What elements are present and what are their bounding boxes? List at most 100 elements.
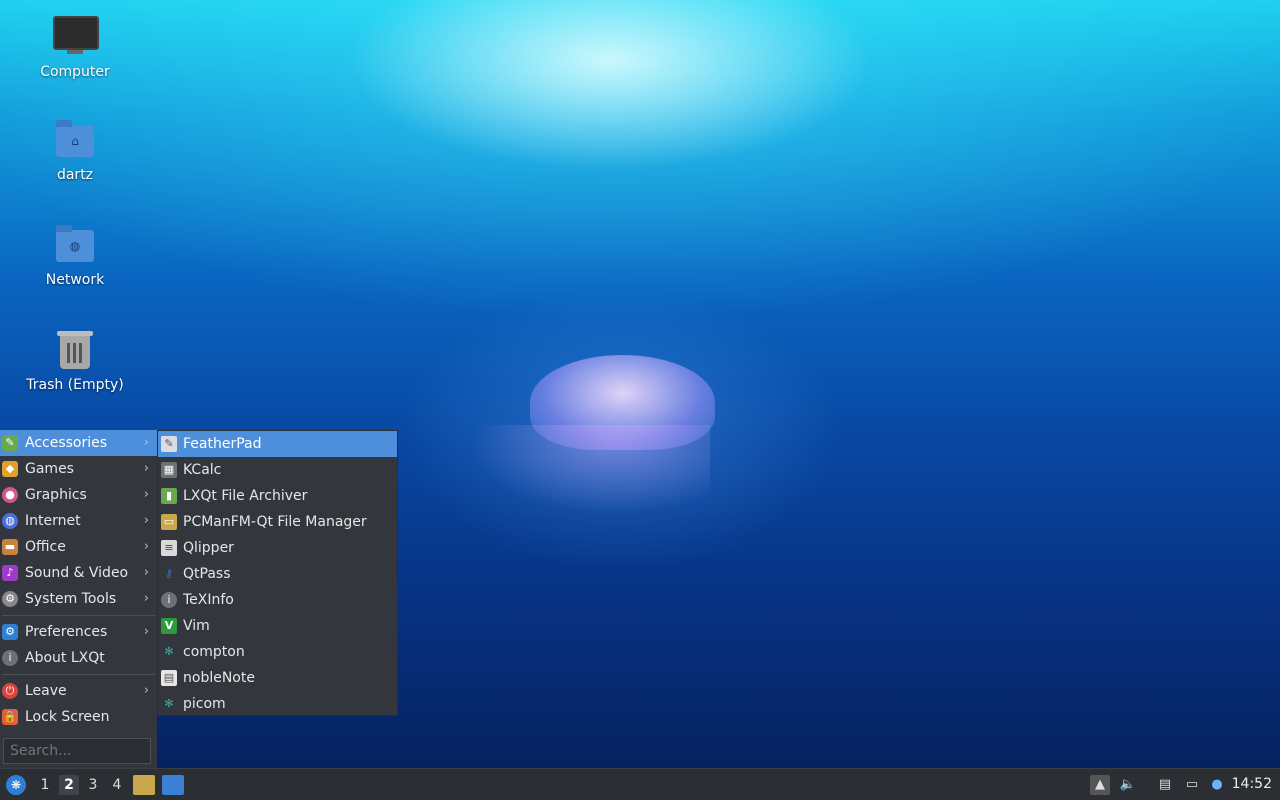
clipboard-icon: ▤ bbox=[1158, 777, 1172, 792]
start-menu-button[interactable]: ❋ bbox=[6, 775, 26, 795]
chevron-right-icon: › bbox=[143, 624, 149, 639]
show-desktop-button[interactable] bbox=[162, 775, 184, 795]
chevron-right-icon: › bbox=[143, 487, 149, 502]
file-manager-icon: ▭ bbox=[161, 514, 177, 530]
compton-icon: ✻ bbox=[164, 645, 174, 658]
chevron-right-icon: › bbox=[143, 683, 149, 698]
submenu-item-noblenote[interactable]: ▤ nobleNote bbox=[158, 665, 397, 691]
desktop-icon-trash[interactable]: Trash (Empty) bbox=[20, 329, 130, 393]
menu-item-games[interactable]: ◆ Games › bbox=[0, 456, 157, 482]
chevron-right-icon: › bbox=[143, 461, 149, 476]
lock-icon: 🔒 bbox=[2, 709, 18, 725]
submenu-item-label: compton bbox=[183, 644, 245, 660]
desktop-switch-3[interactable]: 3 bbox=[83, 775, 103, 795]
home-folder-icon: ⌂ bbox=[53, 119, 97, 163]
desktop-icon-label: dartz bbox=[56, 167, 94, 183]
chevron-right-icon: › bbox=[143, 435, 149, 450]
submenu-item-label: Qlipper bbox=[183, 540, 234, 556]
lxqt-logo-icon: ❋ bbox=[10, 778, 22, 792]
chevron-right-icon: › bbox=[143, 513, 149, 528]
submenu-item-label: LXQt File Archiver bbox=[183, 488, 308, 504]
desktop-switch-2[interactable]: 2 bbox=[59, 775, 79, 795]
file-manager-launcher[interactable] bbox=[133, 775, 155, 795]
system-tools-icon: ⚙ bbox=[2, 591, 18, 607]
graphics-icon: ● bbox=[2, 487, 18, 503]
update-notifier-button[interactable]: ● bbox=[1207, 775, 1227, 795]
menu-separator bbox=[2, 615, 155, 616]
clock[interactable]: 14:52 bbox=[1232, 769, 1272, 800]
chevron-right-icon: › bbox=[143, 565, 149, 580]
submenu-item-compton[interactable]: ✻ compton bbox=[158, 639, 397, 665]
taskbar: ❋ 1 2 3 4 ▲ 🔈 ▤ ▭ ● 14:52 bbox=[0, 768, 1280, 800]
application-menu: ✎ Accessories › ◆ Games › ● Graphics › ◍… bbox=[0, 430, 157, 768]
desktop-icon-home[interactable]: ⌂ dartz bbox=[20, 119, 130, 183]
menu-item-about[interactable]: i About LXQt bbox=[0, 645, 157, 671]
archiver-icon: ▮ bbox=[161, 488, 177, 504]
clipboard-tray-button[interactable]: ▤ bbox=[1155, 775, 1175, 795]
accessories-submenu: ✎ FeatherPad ▦ KCalc ▮ LXQt File Archive… bbox=[157, 430, 398, 716]
submenu-item-qtpass[interactable]: ⚷ QtPass bbox=[158, 561, 397, 587]
sound-video-icon: ♪ bbox=[2, 565, 18, 581]
qtpass-icon: ⚷ bbox=[164, 567, 174, 580]
menu-item-sound-video[interactable]: ♪ Sound & Video › bbox=[0, 560, 157, 586]
submenu-item-kcalc[interactable]: ▦ KCalc bbox=[158, 457, 397, 483]
power-icon: ⏻ bbox=[2, 683, 18, 699]
submenu-item-label: KCalc bbox=[183, 462, 222, 478]
games-icon: ◆ bbox=[2, 461, 18, 477]
menu-item-label: About LXQt bbox=[25, 650, 105, 666]
submenu-item-label: picom bbox=[183, 696, 226, 712]
accessories-icon: ✎ bbox=[2, 435, 18, 451]
notification-icon: ● bbox=[1211, 777, 1223, 792]
menu-item-leave[interactable]: ⏻ Leave › bbox=[0, 678, 157, 704]
vim-icon: V bbox=[161, 618, 177, 634]
menu-item-office[interactable]: ▬ Office › bbox=[0, 534, 157, 560]
menu-item-label: Games bbox=[25, 461, 74, 477]
submenu-item-label: Vim bbox=[183, 618, 210, 634]
submenu-item-picom[interactable]: ✻ picom bbox=[158, 691, 397, 717]
desktop-icon-label: Computer bbox=[40, 64, 110, 80]
volume-button[interactable]: 🔈 bbox=[1118, 775, 1138, 795]
desktop-switch-1[interactable]: 1 bbox=[35, 775, 55, 795]
submenu-item-vim[interactable]: V Vim bbox=[158, 613, 397, 639]
menu-item-accessories[interactable]: ✎ Accessories › bbox=[0, 430, 157, 456]
internet-icon: ◍ bbox=[2, 513, 18, 529]
menu-separator bbox=[2, 674, 155, 675]
submenu-item-label: TeXInfo bbox=[183, 592, 234, 608]
menu-item-system-tools[interactable]: ⚙ System Tools › bbox=[0, 586, 157, 612]
submenu-item-file-manager[interactable]: ▭ PCManFM-Qt File Manager bbox=[158, 509, 397, 535]
network-tray-button[interactable]: ▭ bbox=[1182, 775, 1202, 795]
menu-item-label: Graphics bbox=[25, 487, 87, 503]
menu-item-label: Preferences bbox=[25, 624, 108, 640]
submenu-item-texinfo[interactable]: i TeXInfo bbox=[158, 587, 397, 613]
trash-icon bbox=[53, 329, 97, 373]
clipboard-icon: ≡ bbox=[161, 540, 177, 556]
chevron-right-icon: › bbox=[143, 539, 149, 554]
submenu-item-label: FeatherPad bbox=[183, 436, 262, 452]
speaker-icon: 🔈 bbox=[1119, 777, 1137, 792]
chevron-right-icon: › bbox=[143, 591, 149, 606]
submenu-item-featherpad[interactable]: ✎ FeatherPad bbox=[158, 431, 397, 457]
picom-icon: ✻ bbox=[164, 697, 174, 710]
wallpaper-jellyfish bbox=[470, 355, 720, 525]
desktop-icon-computer[interactable]: Computer bbox=[20, 14, 130, 80]
menu-item-lock-screen[interactable]: 🔒 Lock Screen bbox=[0, 704, 157, 730]
computer-icon bbox=[53, 16, 99, 60]
info-icon: i bbox=[161, 592, 177, 608]
menu-item-graphics[interactable]: ● Graphics › bbox=[0, 482, 157, 508]
submenu-item-label: PCManFM-Qt File Manager bbox=[183, 514, 367, 530]
menu-search-input[interactable] bbox=[3, 738, 151, 764]
submenu-item-qlipper[interactable]: ≡ Qlipper bbox=[158, 535, 397, 561]
desktop-icon-network[interactable]: ◍ Network bbox=[20, 224, 130, 288]
menu-item-preferences[interactable]: ⚙ Preferences › bbox=[0, 619, 157, 645]
menu-item-label: Lock Screen bbox=[25, 709, 110, 725]
desktop-switch-4[interactable]: 4 bbox=[107, 775, 127, 795]
desktop-icon-label: Trash (Empty) bbox=[26, 377, 124, 393]
submenu-item-label: nobleNote bbox=[183, 670, 255, 686]
tray-expand-button[interactable]: ▲ bbox=[1090, 775, 1110, 795]
preferences-icon: ⚙ bbox=[2, 624, 18, 640]
menu-item-internet[interactable]: ◍ Internet › bbox=[0, 508, 157, 534]
menu-item-label: Office bbox=[25, 539, 66, 555]
info-icon: i bbox=[2, 650, 18, 666]
submenu-item-file-archiver[interactable]: ▮ LXQt File Archiver bbox=[158, 483, 397, 509]
menu-item-label: Internet bbox=[25, 513, 81, 529]
